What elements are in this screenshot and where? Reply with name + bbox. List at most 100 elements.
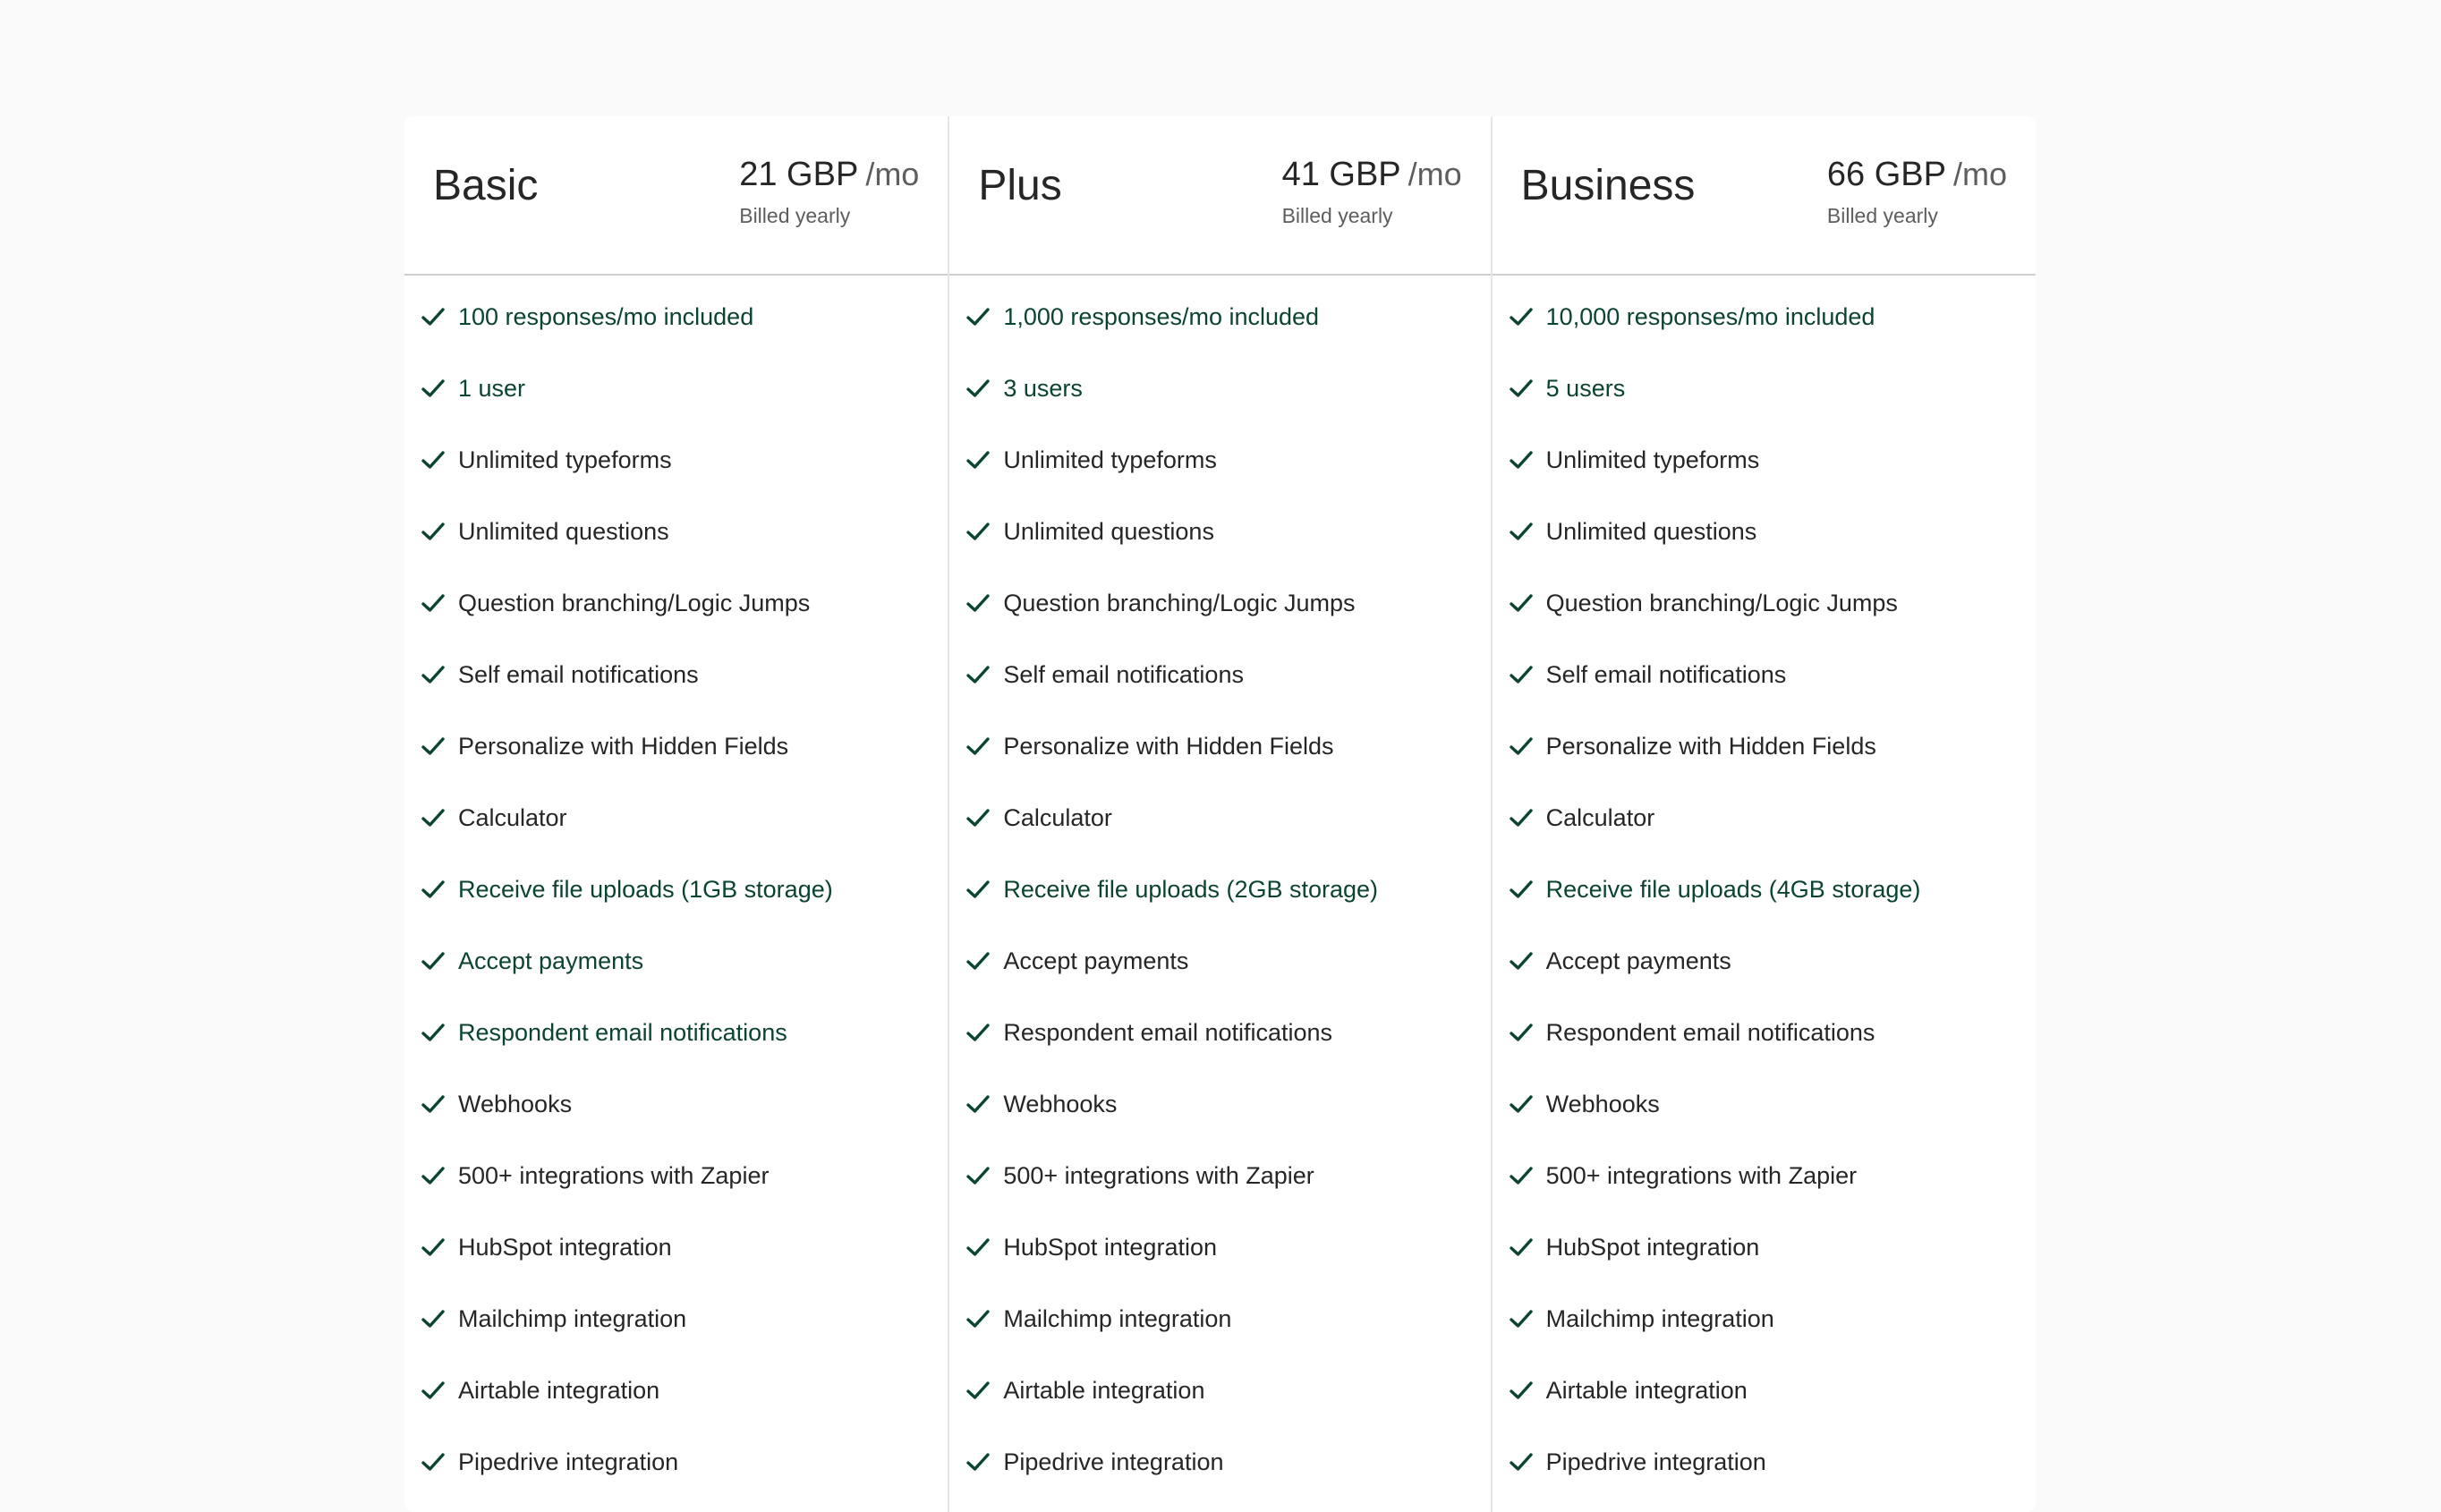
check-icon bbox=[1509, 1378, 1534, 1403]
check-icon bbox=[965, 1449, 991, 1474]
feature-item: Self email notifications bbox=[421, 639, 939, 710]
feature-item: Personalize with Hidden Fields bbox=[965, 710, 1481, 782]
feature-label: Respondent email notifications bbox=[1003, 1018, 1333, 1046]
feature-label: Personalize with Hidden Fields bbox=[1545, 732, 1876, 760]
check-icon bbox=[965, 590, 991, 616]
feature-item: Accept payments bbox=[965, 925, 1481, 997]
feature-label: 500+ integrations with Zapier bbox=[1545, 1161, 1858, 1189]
feature-item: Accept payments bbox=[421, 925, 939, 997]
check-icon bbox=[965, 662, 991, 687]
plan-billing-note: Billed yearly bbox=[1826, 204, 1938, 227]
feature-item: Airtable integration bbox=[421, 1355, 939, 1426]
check-icon bbox=[1509, 805, 1534, 830]
feature-item: Pipedrive integration bbox=[421, 1426, 939, 1498]
feature-item: HubSpot integration bbox=[1509, 1211, 2027, 1283]
check-icon bbox=[1509, 304, 1534, 329]
check-icon bbox=[965, 1163, 991, 1188]
check-icon bbox=[421, 1020, 446, 1045]
features-list: 1,000 responses/mo included 3 users Unlimi… bbox=[965, 281, 1481, 1498]
feature-item: Pipedrive integration bbox=[1509, 1426, 2027, 1498]
plan-price-period: /mo bbox=[1952, 156, 2007, 192]
check-icon bbox=[421, 304, 446, 329]
plan-name: Basic bbox=[433, 162, 539, 209]
plan-price-period: /mo bbox=[1408, 156, 1462, 192]
plan-column-business: Business 66 GBP/mo Billed yearly 10,000 … bbox=[1490, 116, 2036, 1512]
feature-label: Respondent email notifications bbox=[458, 1018, 787, 1046]
feature-label: 1,000 responses/mo included bbox=[1003, 302, 1320, 330]
check-icon bbox=[1509, 734, 1534, 759]
check-icon bbox=[421, 1235, 446, 1260]
feature-label: HubSpot integration bbox=[1003, 1233, 1217, 1261]
check-icon bbox=[421, 1449, 446, 1474]
plan-header: Plus 41 GBP/mo Billed yearly bbox=[949, 116, 1491, 276]
feature-item: 100 responses/mo included bbox=[421, 281, 939, 353]
plan-billing-note: Billed yearly bbox=[1281, 204, 1393, 227]
plan-billing-note: Billed yearly bbox=[739, 204, 851, 227]
feature-label: Calculator bbox=[458, 803, 567, 831]
check-icon bbox=[421, 1306, 446, 1331]
feature-label: Receive file uploads (4GB storage) bbox=[1545, 875, 1921, 903]
feature-item: Personalize with Hidden Fields bbox=[1509, 710, 2027, 782]
feature-label: Mailchimp integration bbox=[1003, 1304, 1232, 1332]
features-list: 100 responses/mo included 1 user Unlimited… bbox=[421, 281, 939, 1498]
plan-name: Plus bbox=[978, 162, 1062, 209]
check-icon bbox=[1509, 447, 1534, 472]
check-icon bbox=[1509, 1092, 1534, 1117]
feature-item: Question branching/Logic Jumps bbox=[965, 567, 1481, 639]
feature-label: Airtable integration bbox=[1545, 1376, 1748, 1404]
feature-label: Webhooks bbox=[1003, 1090, 1118, 1117]
feature-item: Respondent email notifications bbox=[1509, 997, 2027, 1068]
feature-item: Unlimited questions bbox=[965, 496, 1481, 567]
check-icon bbox=[965, 1235, 991, 1260]
features-list: 10,000 responses/mo included 5 users Unlim… bbox=[1509, 281, 2027, 1498]
feature-label: Webhooks bbox=[1545, 1090, 1660, 1117]
feature-label: Accept payments bbox=[458, 947, 644, 974]
feature-label: Unlimited typeforms bbox=[458, 446, 672, 473]
feature-item: Unlimited questions bbox=[1509, 496, 2027, 567]
feature-label: Question branching/Logic Jumps bbox=[1545, 589, 1898, 616]
feature-item: Self email notifications bbox=[1509, 639, 2027, 710]
feature-label: Airtable integration bbox=[458, 1376, 660, 1404]
feature-item: Receive file uploads (2GB storage) bbox=[965, 854, 1481, 925]
feature-item: Accept payments bbox=[1509, 925, 2027, 997]
check-icon bbox=[965, 519, 991, 544]
pricing-table: Basic 21 GBP/mo Billed yearly 100 respon… bbox=[404, 116, 2036, 1512]
feature-label: Self email notifications bbox=[1545, 660, 1787, 688]
check-icon bbox=[1509, 948, 1534, 973]
check-icon bbox=[965, 948, 991, 973]
feature-label: Calculator bbox=[1003, 803, 1112, 831]
feature-item: Mailchimp integration bbox=[421, 1283, 939, 1355]
feature-label: Self email notifications bbox=[1003, 660, 1244, 688]
check-icon bbox=[1509, 1020, 1534, 1045]
feature-item: Mailchimp integration bbox=[1509, 1283, 2027, 1355]
feature-item: Receive file uploads (1GB storage) bbox=[421, 854, 939, 925]
plan-header: Basic 21 GBP/mo Billed yearly bbox=[404, 116, 948, 276]
feature-item: Unlimited typeforms bbox=[1509, 424, 2027, 496]
plan-price-line: 66 GBP/mo bbox=[1827, 157, 2007, 191]
check-icon bbox=[421, 447, 446, 472]
feature-label: Mailchimp integration bbox=[458, 1304, 687, 1332]
plan-price-amount: 66 GBP bbox=[1826, 156, 1946, 193]
feature-item: Self email notifications bbox=[965, 639, 1481, 710]
check-icon bbox=[1509, 1449, 1534, 1474]
plan-column-basic: Basic 21 GBP/mo Billed yearly 100 respon… bbox=[404, 116, 948, 1512]
feature-label: Accept payments bbox=[1003, 947, 1189, 974]
check-icon bbox=[421, 1163, 446, 1188]
feature-label: 5 users bbox=[1545, 374, 1626, 402]
check-icon bbox=[421, 519, 446, 544]
feature-item: 5 users bbox=[1509, 353, 2027, 424]
check-icon bbox=[421, 376, 446, 401]
feature-label: Mailchimp integration bbox=[1545, 1304, 1774, 1332]
feature-item: Personalize with Hidden Fields bbox=[421, 710, 939, 782]
feature-item: 3 users bbox=[965, 353, 1481, 424]
check-icon bbox=[421, 805, 446, 830]
feature-item: Unlimited questions bbox=[421, 496, 939, 567]
feature-label: Respondent email notifications bbox=[1545, 1018, 1875, 1046]
feature-label: HubSpot integration bbox=[458, 1233, 672, 1261]
check-icon bbox=[965, 376, 991, 401]
feature-label: 10,000 responses/mo included bbox=[1545, 302, 1875, 330]
feature-item: HubSpot integration bbox=[421, 1211, 939, 1283]
feature-label: Question branching/Logic Jumps bbox=[1003, 589, 1356, 616]
check-icon bbox=[1509, 519, 1534, 544]
check-icon bbox=[965, 805, 991, 830]
